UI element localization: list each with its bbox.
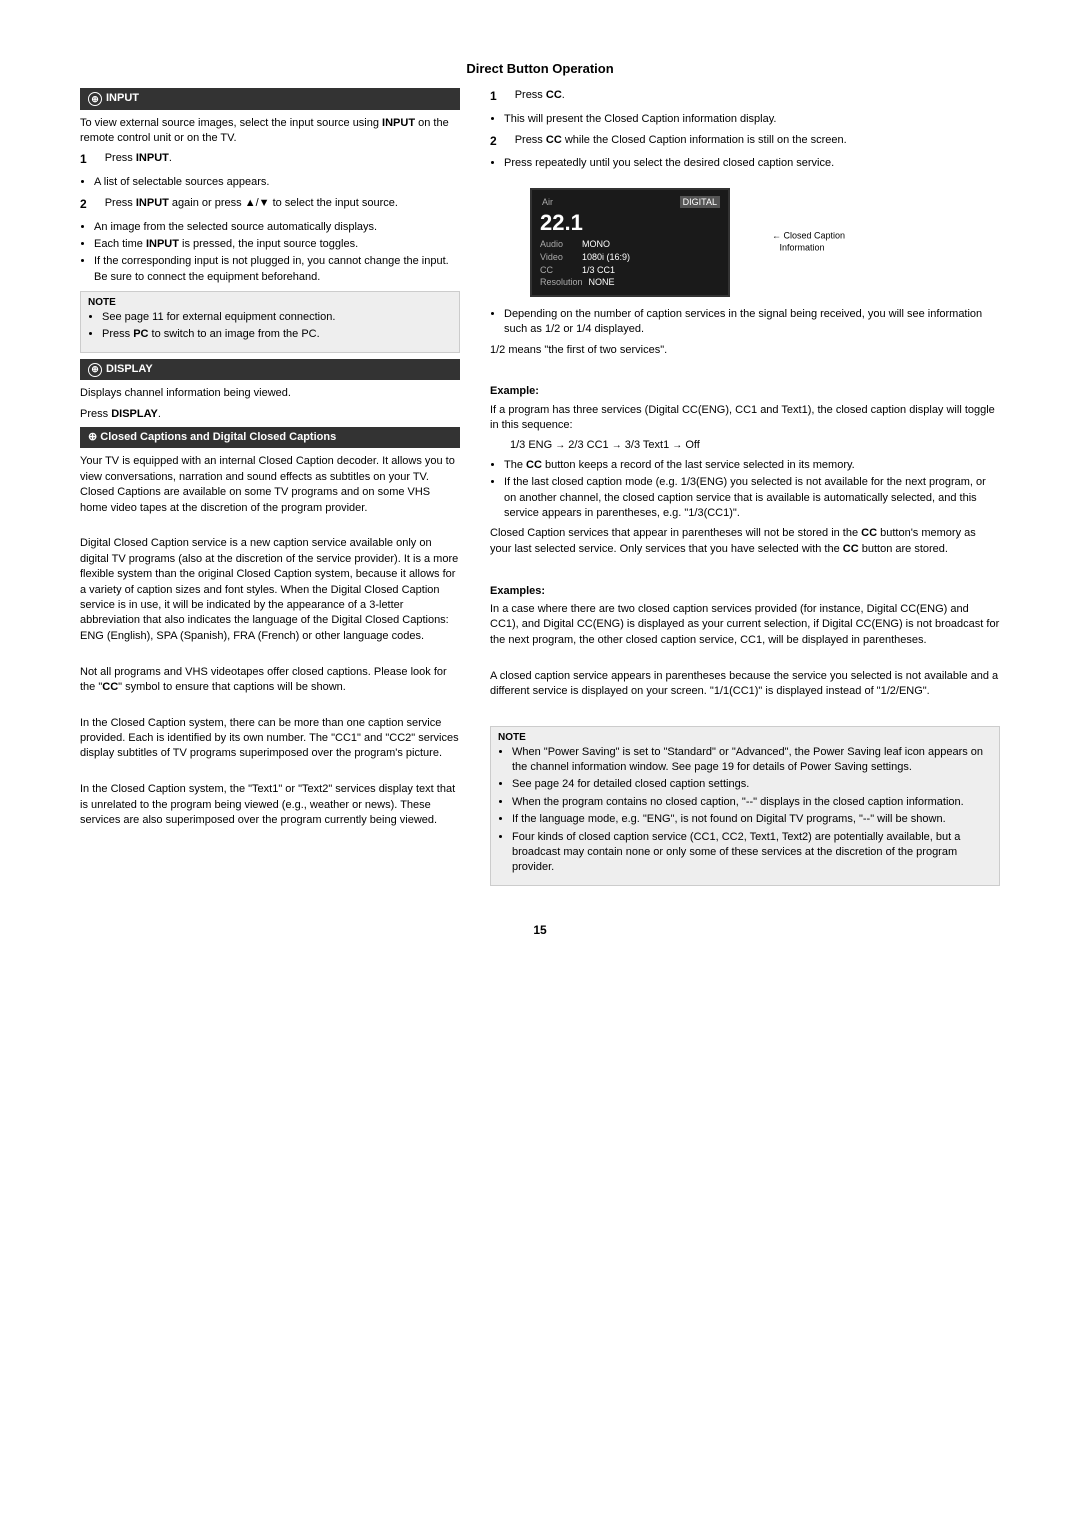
channel-number: 22.1 — [540, 212, 720, 234]
note-label: NOTE — [498, 732, 526, 743]
input-note: NOTE See page 11 for external equipment … — [80, 291, 460, 353]
right-step1-num: 1 — [490, 88, 497, 105]
input-step1: 1 Press INPUT. A list of selectable sour… — [80, 151, 460, 190]
page-number: 15 — [80, 922, 1000, 939]
right-step1-bullets: This will present the Closed Caption inf… — [504, 112, 1000, 127]
cc-row-value: 1/3 CC1 — [582, 264, 615, 277]
examples-text2: A closed caption service appears in pare… — [490, 669, 1000, 700]
display-text2: Press DISPLAY. — [80, 407, 460, 422]
page-title: Direct Button Operation — [80, 60, 1000, 78]
right-note-bullets: When "Power Saving" is set to "Standard"… — [512, 745, 992, 876]
parentheses-text: Closed Caption services that appear in p… — [490, 526, 1000, 557]
example-text: If a program has three services (Digital… — [490, 403, 1000, 434]
audio-value: MONO — [582, 238, 610, 251]
step2-bullet2: Each time INPUT is pressed, the input so… — [94, 237, 460, 252]
step2-num: 2 — [80, 196, 87, 213]
caption-info-label: ← Closed Caption Information — [772, 231, 845, 254]
last-selected-text: If the last closed caption mode (e.g. 1/… — [504, 475, 1000, 521]
display-header: ⊕ DISPLAY — [80, 359, 460, 380]
display-text: Displays channel information being viewe… — [80, 386, 460, 401]
cc-header: ⊕ Closed Captions and Digital Closed Cap… — [80, 427, 460, 448]
input-intro: To view external source images, select t… — [80, 116, 460, 147]
cc-para1: Your TV is equipped with an internal Clo… — [80, 454, 460, 516]
channel-main: 22.1 — [540, 210, 583, 235]
info-rows: Audio MONO Video 1080i (16:9) CC 1/3 CC1 — [540, 238, 720, 288]
input-header: ⊕ INPUT — [80, 88, 460, 109]
sequence: 1/3 ENG → 2/3 CC1 → 3/3 Text1 → Off — [510, 438, 1000, 453]
right-step2: 2 Press CC while the Closed Caption info… — [490, 133, 1000, 172]
audio-row: Audio MONO — [540, 238, 720, 251]
examples-text: In a case where there are two closed cap… — [490, 602, 1000, 648]
note-bullet1: See page 11 for external equipment conne… — [102, 310, 452, 325]
left-column: ⊕ INPUT To view external source images, … — [80, 88, 460, 892]
right-step2-num: 2 — [490, 133, 497, 150]
input-icon: ⊕ — [88, 92, 102, 106]
right-note-bullet4: If the language mode, e.g. "ENG", is not… — [512, 812, 992, 827]
right-step1-bullet1: This will present the Closed Caption inf… — [504, 112, 1000, 127]
input-label: INPUT — [106, 91, 139, 106]
cc-para2: Digital Closed Caption service is a new … — [80, 536, 460, 644]
right-note-bullet1: When "Power Saving" is set to "Standard"… — [512, 745, 992, 776]
two-column-layout: ⊕ INPUT To view external source images, … — [80, 88, 1000, 892]
cc-para4: In the Closed Caption system, there can … — [80, 716, 460, 762]
digital-label: DIGITAL — [680, 196, 720, 209]
display-label: DISPLAY — [106, 362, 153, 377]
resolution-label: Resolution — [540, 276, 583, 289]
note-bullet2: Press PC to switch to an image from the … — [102, 327, 452, 342]
depend-text: Depending on the number of caption servi… — [504, 307, 1000, 338]
resolution-row: Resolution NONE — [540, 276, 720, 289]
right-note-bullet5: Four kinds of closed caption service (CC… — [512, 830, 992, 876]
note-bullets: See page 11 for external equipment conne… — [102, 310, 452, 343]
sequence-text: 1/3 ENG → 2/3 CC1 → 3/3 Text1 → Off — [510, 439, 700, 451]
input-step2: 2 Press INPUT again or press ▲/▼ to sele… — [80, 196, 460, 285]
right-note-bullet2: See page 24 for detailed closed caption … — [512, 777, 992, 792]
right-step1: 1 Press CC. This will present the Closed… — [490, 88, 1000, 127]
cc-row: CC 1/3 CC1 — [540, 264, 720, 277]
examples-header: Examples: — [490, 584, 1000, 599]
depend-bullets: Depending on the number of caption servi… — [504, 307, 1000, 338]
cc-memory-bullets: The CC button keeps a record of the last… — [504, 458, 1000, 522]
resolution-value: NONE — [589, 276, 615, 289]
air-label: Air — [540, 196, 555, 209]
cc-para3: Not all programs and VHS videotapes offe… — [80, 665, 460, 696]
cc-label: Closed Captions and Digital Closed Capti… — [100, 431, 336, 443]
video-value: 1080i (16:9) — [582, 251, 630, 264]
step2-bullet1: An image from the selected source automa… — [94, 220, 460, 235]
cc-para5: In the Closed Caption system, the "Text1… — [80, 782, 460, 828]
display-screen-wrapper: Air DIGITAL 22.1 Audio MONO Video 108 — [510, 182, 730, 303]
video-label: Video — [540, 251, 576, 264]
screen-top-row: Air DIGITAL — [540, 196, 720, 209]
example-header: Example: — [490, 384, 1000, 399]
audio-label: Audio — [540, 238, 576, 251]
example-note: 1/2 means "the first of two services". — [490, 343, 1000, 358]
step2-bullets: An image from the selected source automa… — [94, 220, 460, 286]
step1-bullet1: A list of selectable sources appears. — [94, 175, 460, 190]
cc-memory-text: The CC button keeps a record of the last… — [504, 458, 1000, 473]
step1-bullets: A list of selectable sources appears. — [94, 175, 460, 190]
step2-bullet3: If the corresponding input is not plugge… — [94, 254, 460, 285]
cc-icon: ⊕ — [88, 431, 100, 443]
step1-num: 1 — [80, 151, 87, 168]
right-note-bullet3: When the program contains no closed capt… — [512, 795, 992, 810]
right-column: 1 Press CC. This will present the Closed… — [490, 88, 1000, 892]
video-row: Video 1080i (16:9) — [540, 251, 720, 264]
cc-row-label: CC — [540, 264, 576, 277]
right-note: NOTE When "Power Saving" is set to "Stan… — [490, 726, 1000, 886]
right-step2-bullets: Press repeatedly until you select the de… — [504, 156, 1000, 171]
right-step2-bullet1: Press repeatedly until you select the de… — [504, 156, 1000, 171]
display-screen: Air DIGITAL 22.1 Audio MONO Video 108 — [530, 188, 730, 297]
display-icon: ⊕ — [88, 363, 102, 377]
page: Direct Button Operation ⊕ INPUT To view … — [0, 0, 1080, 1527]
